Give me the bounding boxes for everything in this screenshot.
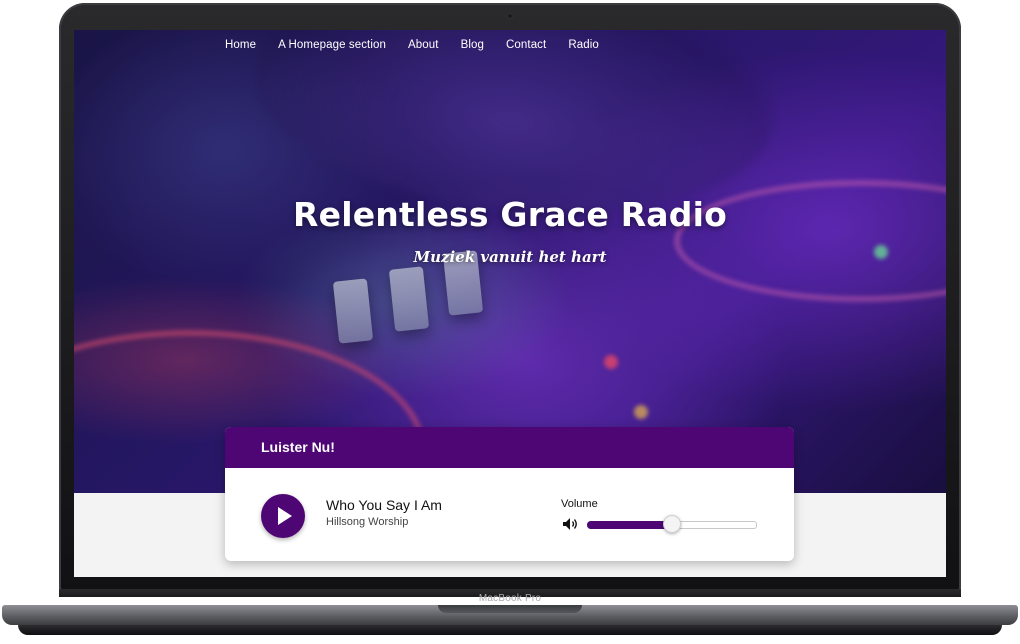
laptop-notch [438, 605, 582, 613]
laptop-base-bottom [18, 625, 1002, 635]
nav-item-homepage-section[interactable]: A Homepage section [278, 39, 386, 51]
player-header: Luister Nu! [225, 427, 794, 468]
site-title: Relentless Grace Radio [293, 195, 727, 234]
nav-item-contact[interactable]: Contact [506, 39, 546, 51]
track-title: Who You Say I Am [326, 497, 442, 513]
device-label: MacBook Pro [478, 593, 542, 604]
site-tagline: Muziek vanuit het hart [413, 248, 607, 266]
laptop-mockup: Home A Homepage section About Blog Conta… [0, 0, 1020, 644]
nav-item-about[interactable]: About [408, 39, 439, 51]
nav-item-radio[interactable]: Radio [568, 39, 599, 51]
nav-item-home[interactable]: Home [225, 39, 256, 51]
volume-slider-handle[interactable] [663, 515, 681, 533]
main-navigation: Home A Homepage section About Blog Conta… [225, 39, 599, 51]
nav-item-blog[interactable]: Blog [461, 39, 484, 51]
laptop-screen: Home A Homepage section About Blog Conta… [74, 30, 946, 577]
volume-label: Volume [561, 498, 598, 510]
speaker-icon[interactable] [562, 517, 580, 531]
volume-slider-fill [587, 521, 671, 529]
volume-slider[interactable] [587, 515, 757, 533]
play-icon [278, 507, 292, 525]
play-button[interactable] [261, 494, 305, 538]
track-artist: Hillsong Worship [326, 516, 409, 528]
webcam [507, 13, 513, 19]
hero-banner: Home A Homepage section About Blog Conta… [74, 30, 946, 493]
radio-player-card: Luister Nu! Who You Say I Am Hillsong Wo… [225, 427, 794, 561]
